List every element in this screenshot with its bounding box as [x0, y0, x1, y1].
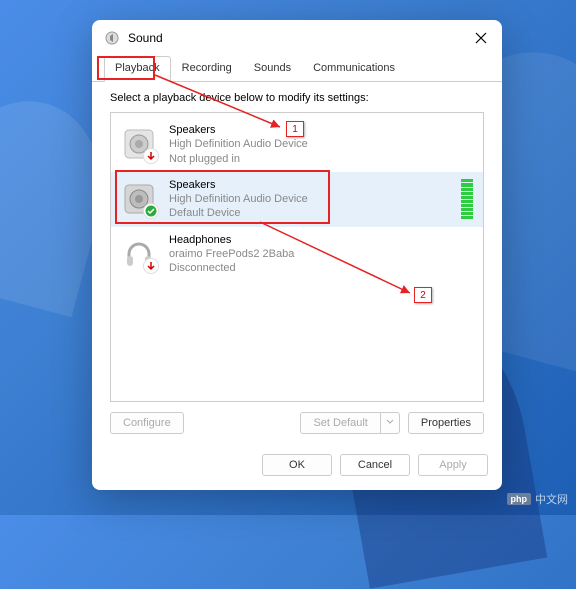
apply-button[interactable]: Apply	[418, 454, 488, 476]
device-list[interactable]: Speakers High Definition Audio Device No…	[110, 112, 484, 402]
tabs-bar: Playback Recording Sounds Communications	[92, 56, 502, 82]
chevron-down-icon	[386, 418, 394, 426]
tab-communications[interactable]: Communications	[302, 56, 406, 81]
configure-button[interactable]: Configure	[110, 412, 184, 434]
close-button[interactable]	[472, 29, 490, 47]
instruction-text: Select a playback device below to modify…	[110, 92, 484, 104]
sound-app-icon	[104, 30, 120, 46]
tab-content: Select a playback device below to modify…	[92, 82, 502, 444]
device-item-speakers-default[interactable]: Speakers High Definition Audio Device De…	[111, 172, 483, 227]
watermark-badge: php	[507, 493, 532, 505]
dialog-title: Sound	[128, 31, 472, 45]
device-status: Not plugged in	[169, 152, 473, 166]
speaker-icon	[121, 181, 157, 217]
device-subtitle: oraimo FreePods2 2Baba	[169, 247, 473, 261]
titlebar: Sound	[92, 20, 502, 56]
close-icon	[475, 32, 487, 44]
set-default-button[interactable]: Set Default	[300, 412, 380, 434]
device-subtitle: High Definition Audio Device	[169, 137, 473, 151]
set-default-dropdown[interactable]	[381, 412, 400, 434]
speaker-icon	[121, 126, 157, 162]
device-text: Speakers High Definition Audio Device De…	[169, 178, 453, 221]
ok-button[interactable]: OK	[262, 454, 332, 476]
set-default-split-button[interactable]: Set Default	[300, 412, 399, 434]
device-status: Disconnected	[169, 261, 473, 275]
dialog-footer: OK Cancel Apply	[92, 444, 502, 490]
headphones-icon	[121, 236, 157, 272]
device-text: Headphones oraimo FreePods2 2Baba Discon…	[169, 233, 473, 276]
cancel-button[interactable]: Cancel	[340, 454, 410, 476]
device-text: Speakers High Definition Audio Device No…	[169, 123, 473, 166]
device-action-bar: Configure Set Default Properties	[110, 412, 484, 434]
checkmark-badge-icon	[143, 203, 159, 219]
device-title: Speakers	[169, 178, 453, 192]
device-subtitle: High Definition Audio Device	[169, 192, 453, 206]
tab-playback[interactable]: Playback	[104, 56, 171, 82]
device-item-speakers-unplugged[interactable]: Speakers High Definition Audio Device No…	[111, 117, 483, 172]
device-item-headphones[interactable]: Headphones oraimo FreePods2 2Baba Discon…	[111, 227, 483, 282]
tab-recording[interactable]: Recording	[171, 56, 243, 81]
level-meter	[461, 179, 473, 219]
device-status: Default Device	[169, 206, 453, 220]
tab-sounds[interactable]: Sounds	[243, 56, 302, 81]
watermark-text: 中文网	[535, 491, 568, 507]
properties-button[interactable]: Properties	[408, 412, 484, 434]
watermark: php 中文网	[507, 491, 569, 507]
device-title: Speakers	[169, 123, 473, 137]
sound-dialog: Sound Playback Recording Sounds Communic…	[92, 20, 502, 490]
device-title: Headphones	[169, 233, 473, 247]
